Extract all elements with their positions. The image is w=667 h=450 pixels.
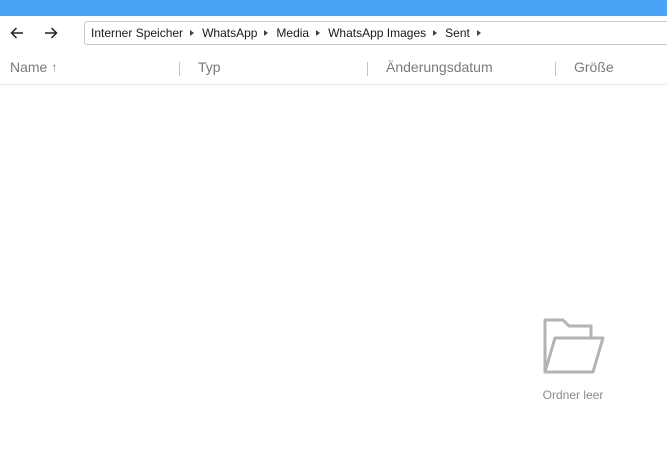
column-divider[interactable] xyxy=(367,62,368,76)
arrow-right-icon xyxy=(45,27,58,39)
empty-state: Ordner leer xyxy=(530,316,616,402)
chevron-right-icon[interactable] xyxy=(316,30,321,36)
back-button[interactable] xyxy=(4,21,30,45)
sort-ascending-icon: ↑ xyxy=(51,60,58,74)
breadcrumb-item-media[interactable]: Media xyxy=(276,26,328,40)
column-size[interactable]: Größe xyxy=(574,50,614,84)
arrow-left-icon xyxy=(10,27,23,39)
breadcrumb[interactable]: Interner Speicher WhatsApp Media WhatsAp… xyxy=(84,21,667,45)
breadcrumb-item-whatsapp[interactable]: WhatsApp xyxy=(202,26,276,40)
breadcrumb-label: Interner Speicher xyxy=(91,26,184,40)
column-divider[interactable] xyxy=(179,62,180,76)
breadcrumb-item-sent[interactable]: Sent xyxy=(445,26,489,40)
column-size-label: Größe xyxy=(574,59,614,75)
chevron-right-icon[interactable] xyxy=(190,30,195,36)
chevron-right-icon[interactable] xyxy=(433,30,438,36)
chevron-right-icon[interactable] xyxy=(476,30,481,36)
folder-open-icon xyxy=(543,318,605,374)
column-name[interactable]: Name ↑ xyxy=(10,50,57,84)
chevron-right-icon[interactable] xyxy=(264,30,269,36)
breadcrumb-item-internal-storage[interactable]: Interner Speicher xyxy=(91,26,202,40)
column-type[interactable]: Typ xyxy=(198,50,221,84)
breadcrumb-label: WhatsApp xyxy=(202,26,258,40)
navigation-bar: Interner Speicher WhatsApp Media WhatsAp… xyxy=(0,16,667,50)
column-divider[interactable] xyxy=(555,62,556,76)
breadcrumb-label: WhatsApp Images xyxy=(328,26,427,40)
file-manager-window: Interner Speicher WhatsApp Media WhatsAp… xyxy=(0,0,667,450)
title-bar xyxy=(0,0,667,16)
empty-state-label: Ordner leer xyxy=(542,388,604,402)
column-name-label: Name xyxy=(10,59,48,75)
breadcrumb-label: Sent xyxy=(445,26,470,40)
column-header: Name ↑ Typ Änderungsdatum Größe xyxy=(0,50,667,85)
column-modified-label: Änderungsdatum xyxy=(386,59,493,75)
column-modified[interactable]: Änderungsdatum xyxy=(386,50,493,84)
column-type-label: Typ xyxy=(198,59,221,75)
breadcrumb-label: Media xyxy=(276,26,310,40)
forward-button[interactable] xyxy=(38,21,64,45)
breadcrumb-item-whatsapp-images[interactable]: WhatsApp Images xyxy=(328,26,445,40)
file-list[interactable]: Ordner leer xyxy=(0,86,667,450)
